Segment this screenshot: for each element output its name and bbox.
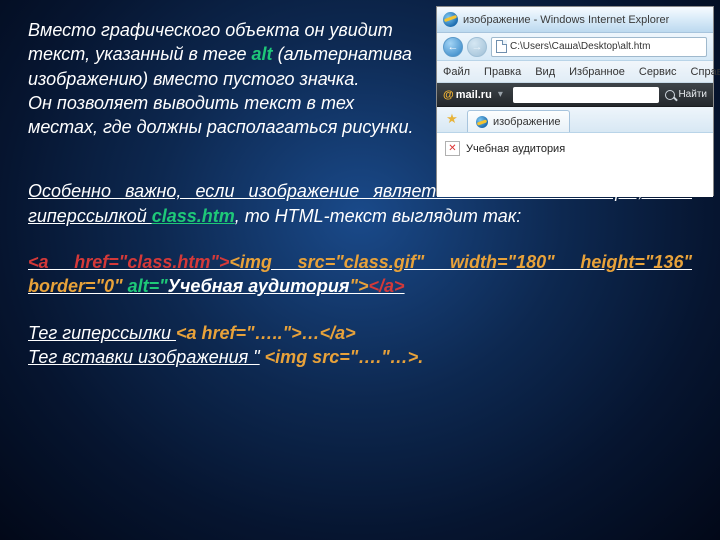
code-alt-attr: alt=" [128, 276, 168, 296]
broken-image: ✕ Учебная аудитория [445, 141, 705, 156]
ie-menubar: Файл Правка Вид Избранное Сервис Справка [437, 61, 713, 83]
window-title: изображение - Windows Internet Explorer [463, 14, 669, 26]
ie-titlebar: изображение - Windows Internet Explorer [437, 7, 713, 33]
code-alt-value: Учебная аудитория [168, 276, 350, 296]
tag-link-code: <a href="…..">…</a> [176, 323, 356, 343]
tag-img-label: Тег вставки изображения " [28, 347, 260, 367]
forward-button[interactable]: → [467, 37, 487, 57]
address-text: C:\Users\Саша\Desktop\alt.htm [510, 41, 650, 52]
ie-tab-bar: ★ изображение [437, 107, 713, 133]
menu-favorites[interactable]: Избранное [569, 66, 625, 78]
code-example: <a href="class.htm"><img src="class.gif"… [28, 250, 692, 299]
alt-text-display: Учебная аудитория [466, 143, 565, 155]
text: Он позволяет выводить текст в тех местах… [28, 93, 414, 137]
menu-view[interactable]: Вид [535, 66, 555, 78]
search-icon [665, 90, 675, 100]
tag-img-code: <img src="…."…>. [265, 347, 424, 367]
ie-address-bar: ← → C:\Users\Саша\Desktop\alt.htm [437, 33, 713, 61]
code-img-end: "> [349, 276, 368, 296]
address-field[interactable]: C:\Users\Саша\Desktop\alt.htm [491, 37, 707, 57]
mailru-search-input[interactable] [513, 87, 660, 103]
document-icon [496, 40, 507, 53]
menu-tools[interactable]: Сервис [639, 66, 677, 78]
menu-file[interactable]: Файл [443, 66, 470, 78]
broken-image-icon: ✕ [445, 141, 460, 156]
ie-logo-icon [476, 116, 488, 128]
mailru-find-button[interactable]: Найти [665, 89, 707, 100]
ie-content-area: ✕ Учебная аудитория [437, 133, 713, 197]
ie-logo-icon [443, 12, 458, 27]
ie-mailru-toolbar: @@mail.rumail.ru ▾ Найти [437, 83, 713, 107]
tag-definitions: Тег гиперссылки <a href="…..">…</a> Тег … [28, 321, 692, 370]
back-button[interactable]: ← [443, 37, 463, 57]
code-a-open: <a href="class.htm"> [28, 252, 229, 272]
mailru-logo: @@mail.rumail.ru [443, 89, 492, 101]
text: , то HTML-текст выглядит так: [235, 206, 521, 226]
browser-tab[interactable]: изображение [467, 110, 570, 132]
tag-link-label: Тег гиперссылки [28, 323, 176, 343]
filename: class.htm [152, 206, 235, 226]
alt-keyword: alt [252, 44, 273, 64]
menu-help[interactable]: Справка [691, 66, 720, 78]
intro-paragraph: Вместо графического объекта он увидит те… [28, 18, 418, 139]
ie-window: изображение - Windows Internet Explorer … [436, 6, 714, 196]
favorites-star-icon[interactable]: ★ [441, 109, 463, 129]
code-a-close: </a> [369, 276, 405, 296]
menu-edit[interactable]: Правка [484, 66, 521, 78]
tab-label: изображение [493, 116, 561, 128]
